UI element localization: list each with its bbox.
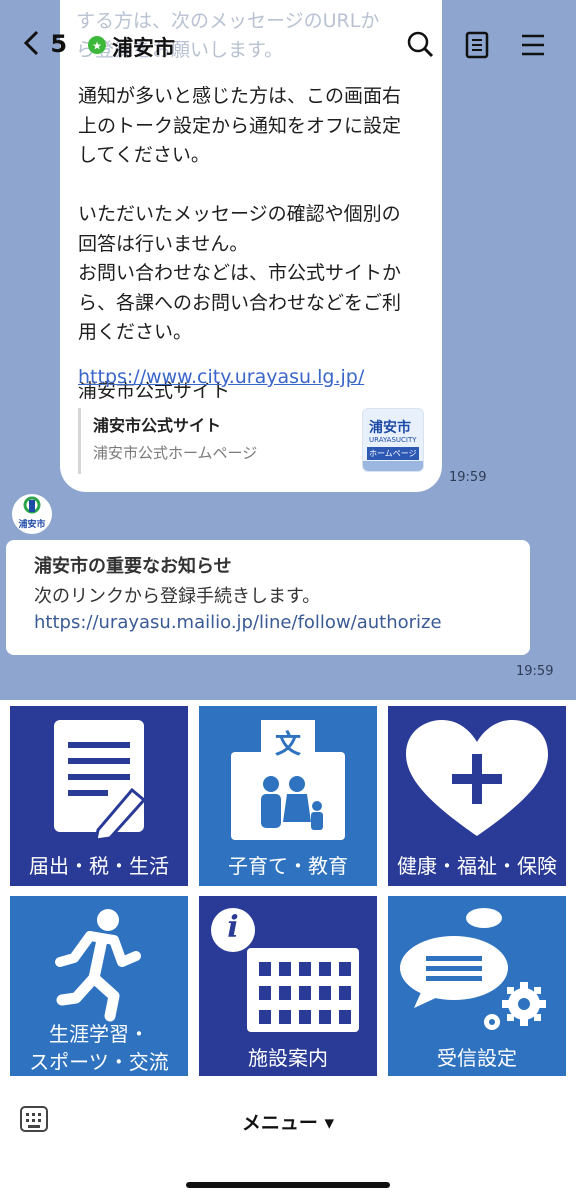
tile-label: 施設案内 bbox=[248, 1046, 328, 1070]
thumb-tag: ホームページ bbox=[367, 447, 419, 460]
avatar[interactable]: 浦安市 bbox=[12, 494, 52, 534]
menu-tile-sports[interactable]: 生涯学習・ スポーツ・交流 bbox=[10, 896, 188, 1076]
notice-bubble: 浦安市の重要なお知らせ 次のリンクから登録手続きします。 https://ura… bbox=[6, 540, 530, 655]
preview-thumbnail: 浦安市 URAYASUCITY ホームページ bbox=[362, 408, 424, 472]
back-button[interactable]: 5 bbox=[22, 30, 67, 58]
bottom-bar: メニュー ▾ bbox=[0, 1090, 576, 1200]
chat-header: 5 ★ 浦安市 bbox=[0, 26, 576, 70]
unread-count: 5 bbox=[50, 30, 68, 58]
link-preview-card[interactable]: 浦安市公式サイト 浦安市公式ホームページ 浦安市 URAYASUCITY ホーム… bbox=[78, 408, 424, 474]
notice-link[interactable]: https://urayasu.mailio.jp/line/follow/au… bbox=[34, 612, 502, 633]
notice-timestamp: 19:59 bbox=[516, 664, 554, 679]
menu-tile-procedures[interactable]: 届出・税・生活 bbox=[10, 706, 188, 886]
official-site-link[interactable]: https://www.city.urayasu.lg.jp/ bbox=[78, 366, 364, 388]
message-body: 通知が多いと感じた方は、この画面右 上のトーク設定から通知をオフに設定 してくだ… bbox=[78, 85, 402, 402]
notice-title: 浦安市の重要なお知らせ bbox=[34, 556, 232, 577]
menu-toggle-button[interactable]: メニュー ▾ bbox=[0, 1108, 576, 1135]
svg-text:★: ★ bbox=[92, 40, 102, 53]
chevron-left-icon bbox=[23, 30, 39, 56]
avatar-label: 浦安市 bbox=[18, 520, 46, 530]
thumb-title: 浦安市 bbox=[369, 420, 411, 436]
tile-label: 健康・福祉・保険 bbox=[397, 854, 557, 878]
tile-label: 子育て・教育 bbox=[228, 854, 348, 878]
menu-tile-settings[interactable]: 受信設定 bbox=[388, 896, 566, 1076]
notes-icon[interactable] bbox=[464, 30, 490, 60]
official-badge-icon: ★ bbox=[88, 36, 106, 54]
search-icon[interactable] bbox=[406, 30, 434, 60]
home-indicator bbox=[186, 1182, 390, 1188]
tile-label: 届出・税・生活 bbox=[29, 854, 169, 878]
menu-tile-facilities[interactable]: i 施設案内 bbox=[199, 896, 377, 1076]
thumb-skyline bbox=[363, 461, 423, 471]
menu-tile-childcare[interactable]: 文 子育て・教育 bbox=[199, 706, 377, 886]
chat-title: 浦安市 bbox=[112, 36, 175, 60]
rich-menu: 届出・税・生活 文 子育て・教育 健康・福祉・保険 生涯学習・ スポーツ・交流 … bbox=[0, 700, 576, 1090]
kanji-badge: 文 bbox=[274, 730, 301, 760]
tile-label: 生涯学習・ スポーツ・交流 bbox=[29, 1022, 169, 1074]
message-timestamp: 19:59 bbox=[449, 470, 487, 485]
thumb-sub: URAYASUCITY bbox=[369, 436, 417, 444]
message-bubble: 別な件の重要なお知らせの配信を希望 する方は、次のメッセージのURLか ら登録を… bbox=[60, 0, 442, 492]
info-glyph: i bbox=[227, 910, 239, 945]
chat-area[interactable]: 別な件の重要なお知らせの配信を希望 する方は、次のメッセージのURLか ら登録を… bbox=[0, 0, 576, 700]
star-icon: ★ bbox=[92, 40, 102, 53]
menu-tile-health[interactable]: 健康・福祉・保険 bbox=[388, 706, 566, 886]
tile-label: 受信設定 bbox=[437, 1046, 517, 1070]
menu-icon[interactable] bbox=[520, 32, 546, 58]
notice-line: 次のリンクから登録手続きします。 bbox=[34, 586, 321, 607]
